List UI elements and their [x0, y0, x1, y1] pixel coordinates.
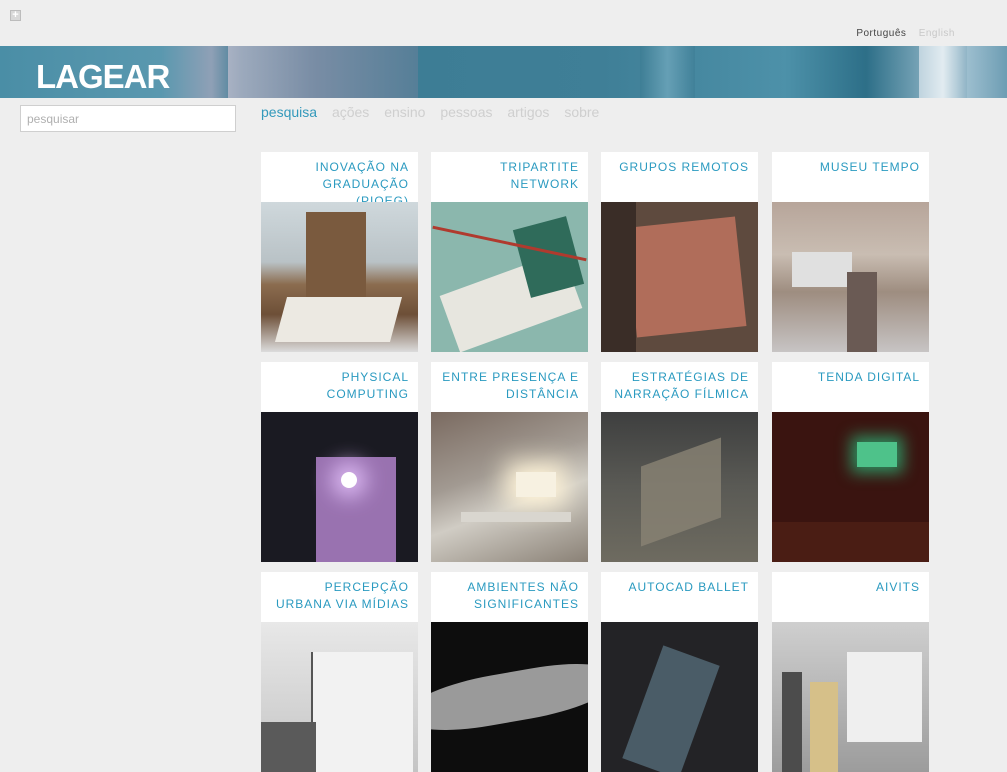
project-title[interactable]: INOVAÇÃO NA GRADUAÇÃO (PIQEG): [261, 152, 418, 208]
project-title[interactable]: ENTRE PRESENÇA E DISTÂNCIA: [431, 362, 588, 412]
project-title[interactable]: AMBIENTES NÃO SIGNIFICANTES: [431, 572, 588, 622]
language-portuguese[interactable]: Português: [856, 28, 906, 39]
banner-photo: [919, 46, 967, 98]
project-thumbnail[interactable]: [431, 412, 588, 562]
project-thumbnail[interactable]: [772, 412, 929, 562]
expand-icon[interactable]: +: [10, 10, 21, 21]
project-thumbnail[interactable]: [261, 202, 418, 352]
project-thumbnail[interactable]: [772, 622, 929, 772]
project-title[interactable]: GRUPOS REMOTOS: [601, 152, 758, 202]
project-card[interactable]: ENTRE PRESENÇA E DISTÂNCIA: [431, 362, 588, 562]
project-thumbnail[interactable]: [431, 202, 588, 352]
project-card[interactable]: GRUPOS REMOTOS: [601, 152, 758, 352]
project-title[interactable]: TENDA DIGITAL: [772, 362, 929, 412]
project-thumbnail[interactable]: [772, 202, 929, 352]
project-card[interactable]: AUTOCAD BALLET: [601, 572, 758, 772]
project-thumbnail[interactable]: [601, 412, 758, 562]
project-thumbnail[interactable]: [431, 622, 588, 772]
main-nav: pesquisa ações ensino pessoas artigos so…: [261, 104, 610, 120]
nav-item-acoes[interactable]: ações: [332, 104, 369, 120]
nav-item-ensino[interactable]: ensino: [384, 104, 425, 120]
project-title[interactable]: TRIPARTITE NETWORK: [431, 152, 588, 202]
project-card[interactable]: INOVAÇÃO NA GRADUAÇÃO (PIQEG): [261, 152, 418, 352]
project-card[interactable]: ESTRATÉGIAS DE NARRAÇÃO FÍLMICA: [601, 362, 758, 562]
project-card[interactable]: MUSEU TEMPO: [772, 152, 929, 352]
project-card[interactable]: TRIPARTITE NETWORK: [431, 152, 588, 352]
banner-photo: [228, 46, 418, 98]
site-logo[interactable]: LAGEAR: [36, 58, 170, 96]
project-thumbnail[interactable]: [601, 202, 758, 352]
project-title[interactable]: MUSEU TEMPO: [772, 152, 929, 202]
project-title[interactable]: PERCEPÇÃO URBANA VIA MÍDIAS: [261, 572, 418, 622]
project-thumbnail[interactable]: [261, 412, 418, 562]
language-english[interactable]: English: [919, 28, 955, 39]
project-card[interactable]: TENDA DIGITAL: [772, 362, 929, 562]
nav-item-pesquisa[interactable]: pesquisa: [261, 104, 317, 120]
project-card[interactable]: PHYSICAL COMPUTING: [261, 362, 418, 562]
project-thumbnail[interactable]: [601, 622, 758, 772]
nav-item-artigos[interactable]: artigos: [507, 104, 549, 120]
banner-photo: [640, 46, 695, 98]
project-thumbnail[interactable]: [261, 622, 418, 772]
nav-item-sobre[interactable]: sobre: [564, 104, 599, 120]
project-title[interactable]: PHYSICAL COMPUTING: [261, 362, 418, 412]
project-title[interactable]: AUTOCAD BALLET: [601, 572, 758, 622]
project-card[interactable]: AIVITS: [772, 572, 929, 772]
project-title[interactable]: ESTRATÉGIAS DE NARRAÇÃO FÍLMICA: [601, 362, 758, 412]
project-title[interactable]: AIVITS: [772, 572, 929, 622]
project-card[interactable]: AMBIENTES NÃO SIGNIFICANTES: [431, 572, 588, 772]
project-card[interactable]: PERCEPÇÃO URBANA VIA MÍDIAS: [261, 572, 418, 772]
nav-item-pessoas[interactable]: pessoas: [440, 104, 492, 120]
language-switcher: Português English: [847, 28, 955, 39]
search-input[interactable]: [20, 105, 236, 132]
